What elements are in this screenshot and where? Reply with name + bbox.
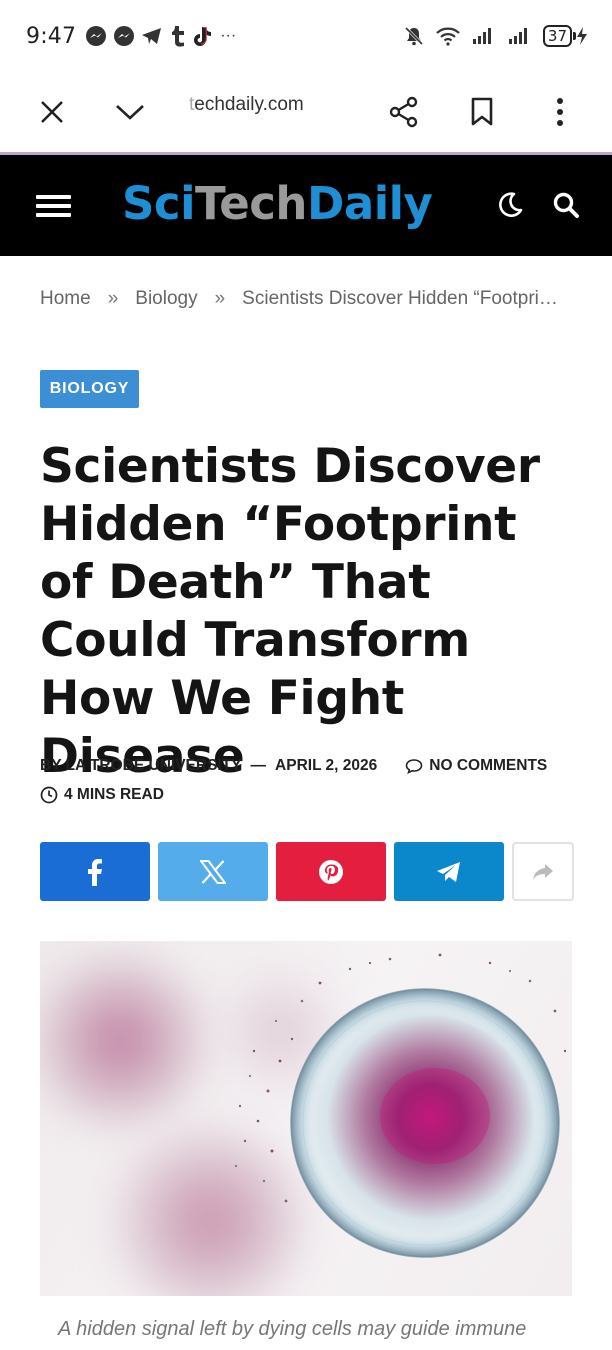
close-tab-button[interactable] xyxy=(26,86,78,138)
menu-button[interactable] xyxy=(36,195,71,217)
breadcrumb-separator: » xyxy=(214,288,226,309)
comment-icon xyxy=(405,759,423,774)
dark-mode-button[interactable] xyxy=(492,187,528,223)
chevron-down-icon xyxy=(116,105,144,120)
logo-daily: Daily xyxy=(306,177,433,230)
image-caption: A hidden signal left by dying cells may … xyxy=(58,1318,527,1340)
forward-arrow-icon xyxy=(533,863,553,880)
cell-illustration xyxy=(234,953,567,1258)
wifi-icon xyxy=(436,27,460,46)
signal-icon xyxy=(472,28,491,44)
signal-icon xyxy=(508,28,527,44)
hero-image xyxy=(40,941,572,1296)
article-title: Scientists Discover Hidden “Footprint of… xyxy=(40,439,540,784)
tumblr-icon xyxy=(172,26,185,47)
search-button[interactable] xyxy=(548,187,584,223)
read-time-text: 4 MINS READ xyxy=(64,786,164,803)
site-header: SciTechDaily xyxy=(0,155,612,256)
logo-tech: Tech xyxy=(195,177,307,230)
charging-icon xyxy=(577,27,587,45)
battery-indicator: 37 xyxy=(542,25,572,47)
breadcrumb-category[interactable]: Biology xyxy=(135,288,197,310)
menu-icon-bar xyxy=(36,195,71,199)
tiktok-icon xyxy=(194,27,212,46)
menu-icon-bar xyxy=(36,213,71,217)
comments-link[interactable]: NO COMMENTS xyxy=(405,757,547,775)
breadcrumb: Home » Biology » Scientists Discover Hid… xyxy=(40,288,575,310)
share-page-button[interactable] xyxy=(378,86,430,138)
category-badge[interactable]: BIOLOGY xyxy=(40,370,139,408)
comments-count: NO COMMENTS xyxy=(429,757,548,774)
more-options-button[interactable] xyxy=(534,86,586,138)
more-vertical-icon xyxy=(557,98,563,126)
telegram-icon xyxy=(437,861,460,882)
share-telegram-button[interactable] xyxy=(394,842,504,901)
breadcrumb-separator: » xyxy=(107,288,119,309)
bookmark-button[interactable] xyxy=(456,86,508,138)
share-facebook-button[interactable] xyxy=(40,842,150,901)
status-bar: 9:47 ··· 37 xyxy=(0,0,612,72)
messenger-icon xyxy=(114,26,135,46)
cell-nucleus xyxy=(380,1068,490,1164)
share-more-button[interactable] xyxy=(512,842,574,901)
minimize-button[interactable] xyxy=(104,86,156,138)
site-logo[interactable]: SciTechDaily xyxy=(122,169,433,239)
bell-muted-icon xyxy=(404,26,423,46)
share-buttons xyxy=(40,842,574,901)
logo-sci: Sci xyxy=(122,177,196,230)
more-dots-icon: ··· xyxy=(220,27,237,44)
article-meta: BY LA TROBE UNIVERSITY — APRIL 2, 2026 N… xyxy=(40,757,547,775)
url-text: echdaily.com xyxy=(194,94,304,115)
menu-icon-bar xyxy=(36,204,71,208)
telegram-icon xyxy=(142,28,162,44)
breadcrumb-home[interactable]: Home xyxy=(40,288,91,310)
search-icon xyxy=(553,192,579,218)
clock-icon xyxy=(40,786,58,804)
bookmark-icon xyxy=(471,97,493,126)
close-icon xyxy=(41,101,63,123)
status-right: 37 xyxy=(403,25,588,47)
breadcrumb-current: Scientists Discover Hidden “Footpri… xyxy=(242,288,558,309)
browser-toolbar: techdaily.com xyxy=(0,72,612,152)
share-x-button[interactable] xyxy=(158,842,268,901)
share-pinterest-button[interactable] xyxy=(276,842,386,901)
meta-dash: — xyxy=(250,757,267,774)
status-time: 9:47 xyxy=(26,23,77,49)
read-time: 4 MINS READ xyxy=(40,786,164,804)
pinterest-icon xyxy=(319,859,343,884)
x-icon xyxy=(200,859,226,884)
moon-icon xyxy=(499,192,523,217)
byline[interactable]: BY LA TROBE UNIVERSITY xyxy=(40,757,242,775)
url-bar[interactable]: techdaily.com xyxy=(189,94,304,116)
share-icon xyxy=(389,96,418,128)
facebook-icon xyxy=(88,858,102,886)
notification-icons: ··· xyxy=(84,24,236,48)
publish-date: APRIL 2, 2026 xyxy=(275,757,378,774)
messenger-icon xyxy=(86,26,107,46)
